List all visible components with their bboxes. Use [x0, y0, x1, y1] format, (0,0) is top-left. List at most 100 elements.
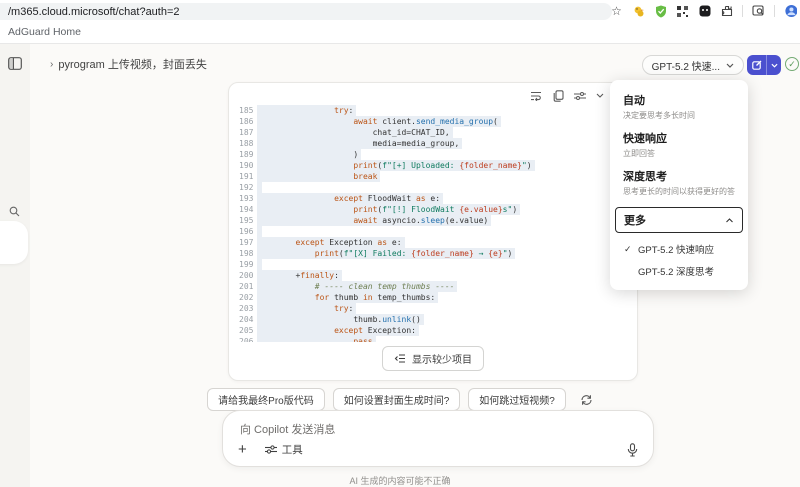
- show-less-button[interactable]: 显示较少项目: [382, 346, 484, 371]
- copilot-app: › pyrogram 上传视频，封面丢失 GPT-5.2 快速... ✓ 185…: [0, 44, 800, 487]
- composer-placeholder: 向 Copilot 发送消息: [240, 424, 336, 436]
- attach-plus-icon[interactable]: +: [238, 442, 247, 457]
- code-line: 189 ): [229, 149, 637, 160]
- code-line: 201 # ---- clean temp thumbs ----: [229, 281, 637, 292]
- extensions-puzzle-icon[interactable]: [720, 5, 733, 18]
- chevron-down-icon[interactable]: [596, 93, 604, 98]
- bookmark-adguard-home[interactable]: AdGuard Home: [8, 26, 81, 38]
- menu-item[interactable]: 自动决定要思考多长时间: [610, 89, 748, 127]
- suggestion-chip[interactable]: 如何设置封面生成时间?: [332, 388, 461, 411]
- model-selector-button[interactable]: GPT-5.2 快速...: [641, 55, 744, 75]
- code-line: 206 pass: [229, 336, 637, 342]
- bookmarks-bar: AdGuard Home: [0, 21, 800, 44]
- code-line-content: [257, 226, 262, 237]
- line-number: 198: [239, 249, 254, 258]
- screenshot-search-icon[interactable]: [752, 5, 765, 18]
- code-line-content: except FloodWait as e:: [257, 193, 444, 204]
- line-number: 193: [239, 194, 254, 203]
- check-icon: ✓: [624, 243, 632, 254]
- adguard-badge-icon[interactable]: ✓: [785, 57, 799, 71]
- profile-avatar[interactable]: [784, 4, 797, 18]
- menu-model-option-label: GPT-5.2 快速响应: [638, 245, 715, 256]
- line-number: 194: [239, 205, 254, 214]
- menu-item-label: 自动: [623, 95, 645, 107]
- menu-item-label: 深度思考: [623, 171, 667, 183]
- code-line-content: # ---- clean temp thumbs ----: [257, 281, 458, 292]
- code-line: 204 thumb.unlink(): [229, 314, 637, 325]
- code-line: 188 media=media_group,: [229, 138, 637, 149]
- menu-more-label: 更多: [624, 215, 646, 227]
- code-line-content: try:: [257, 105, 357, 116]
- menu-item-desc: 决定要思考多长时间: [623, 111, 695, 120]
- code-line: 187 chat_id=CHAT_ID,: [229, 127, 637, 138]
- new-chat-split-button[interactable]: [747, 55, 781, 75]
- address-bar[interactable]: /m365.cloud.microsoft/chat?auth=2: [0, 3, 612, 20]
- adguard-shield-icon[interactable]: [654, 5, 667, 18]
- tools-sliders-icon: [264, 445, 277, 454]
- sidebar-toggle-icon[interactable]: [8, 57, 22, 70]
- line-number: 206: [239, 337, 254, 342]
- tools-button[interactable]: 工具: [264, 442, 303, 457]
- show-less-label: 显示较少项目: [412, 355, 472, 366]
- suggestion-chip[interactable]: 请给我最终Pro版代码: [207, 388, 325, 411]
- code-line: 196: [229, 226, 637, 237]
- menu-item[interactable]: 快速响应 立即回答: [610, 127, 748, 165]
- duck-extension-icon[interactable]: [632, 5, 645, 18]
- options-sliders-icon[interactable]: [574, 89, 587, 102]
- browser-chrome: /m365.cloud.microsoft/chat?auth=2 ☆ AdGu…: [0, 0, 800, 44]
- code-line: 195 await asyncio.sleep(e.value): [229, 215, 637, 226]
- code-line-content: print(f"[!] FloodWait {e.value}s"): [257, 204, 521, 215]
- code-line-content: await client.send_media_group(: [257, 116, 501, 127]
- qr-extension-icon[interactable]: [676, 5, 689, 18]
- menu-item[interactable]: 深度思考思考更长的时间以获得更好的答案: [610, 165, 748, 203]
- code-area[interactable]: 185 try: 186 await client.send_media_grou…: [229, 105, 637, 342]
- line-number: 201: [239, 282, 254, 291]
- code-line: 197 except Exception as e:: [229, 237, 637, 248]
- composer-toolbar: + 工具: [238, 442, 638, 457]
- code-line-content: break: [257, 171, 381, 182]
- chevron-down-icon: [726, 63, 734, 68]
- sidebar-pinned-card[interactable]: [0, 221, 28, 264]
- model-selector-label: GPT-5.2 快速...: [651, 61, 720, 73]
- model-menu: 自动决定要思考多长时间快速响应 立即回答深度思考思考更长的时间以获得更好的答案 更…: [610, 80, 748, 290]
- code-line-content: try:: [257, 303, 357, 314]
- menu-model-option[interactable]: GPT-5.2 深度思考: [610, 260, 748, 282]
- microphone-icon[interactable]: [627, 442, 638, 457]
- wrap-text-icon[interactable]: [530, 89, 543, 102]
- code-line: 202 for thumb in temp_thumbs:: [229, 292, 637, 303]
- composer[interactable]: 向 Copilot 发送消息 + 工具: [222, 410, 654, 467]
- suggestion-chip[interactable]: 如何跳过短视频?: [468, 388, 566, 411]
- menu-model-option-label: GPT-5.2 深度思考: [638, 267, 715, 278]
- line-number: 202: [239, 293, 254, 302]
- code-line-content: except Exception as e:: [257, 237, 405, 248]
- bookmark-star-icon[interactable]: ☆: [610, 4, 623, 18]
- menu-item-desc: 思考更长的时间以获得更好的答案: [623, 187, 735, 196]
- code-line-content: [257, 259, 262, 270]
- refresh-suggestions-icon[interactable]: [580, 394, 593, 406]
- dark-extension-icon[interactable]: [698, 5, 711, 18]
- line-number: 204: [239, 315, 254, 324]
- line-number: 195: [239, 216, 254, 225]
- line-number: 188: [239, 139, 254, 148]
- menu-model-option[interactable]: ✓ GPT-5.2 快速响应: [610, 238, 748, 260]
- chat-title[interactable]: pyrogram 上传视频，封面丢失: [58, 56, 207, 72]
- code-line-content: ): [257, 149, 362, 160]
- line-number: 186: [239, 117, 254, 126]
- ai-disclaimer: AI 生成的内容可能不正确: [349, 476, 451, 486]
- search-icon[interactable]: [9, 206, 20, 217]
- line-number: 205: [239, 326, 254, 335]
- copy-icon[interactable]: [552, 89, 565, 102]
- code-line: 194 print(f"[!] FloodWait {e.value}s"): [229, 204, 637, 215]
- line-number: 189: [239, 150, 254, 159]
- code-line: 186 await client.send_media_group(: [229, 116, 637, 127]
- browser-toolbar: ☆: [610, 0, 800, 22]
- new-chat-caret[interactable]: [767, 55, 781, 75]
- address-bar-url: /m365.cloud.microsoft/chat?auth=2: [8, 5, 180, 18]
- line-number: 199: [239, 260, 254, 269]
- menu-item-more[interactable]: 更多: [615, 207, 743, 233]
- tools-label: 工具: [281, 444, 303, 456]
- menu-item-label: 快速响应: [623, 133, 667, 145]
- code-line-content: print(f"[X] Failed: {folder_name} → {e}"…: [257, 248, 516, 259]
- code-line-content: await asyncio.sleep(e.value): [257, 215, 492, 226]
- new-chat-compose-icon[interactable]: [747, 55, 767, 75]
